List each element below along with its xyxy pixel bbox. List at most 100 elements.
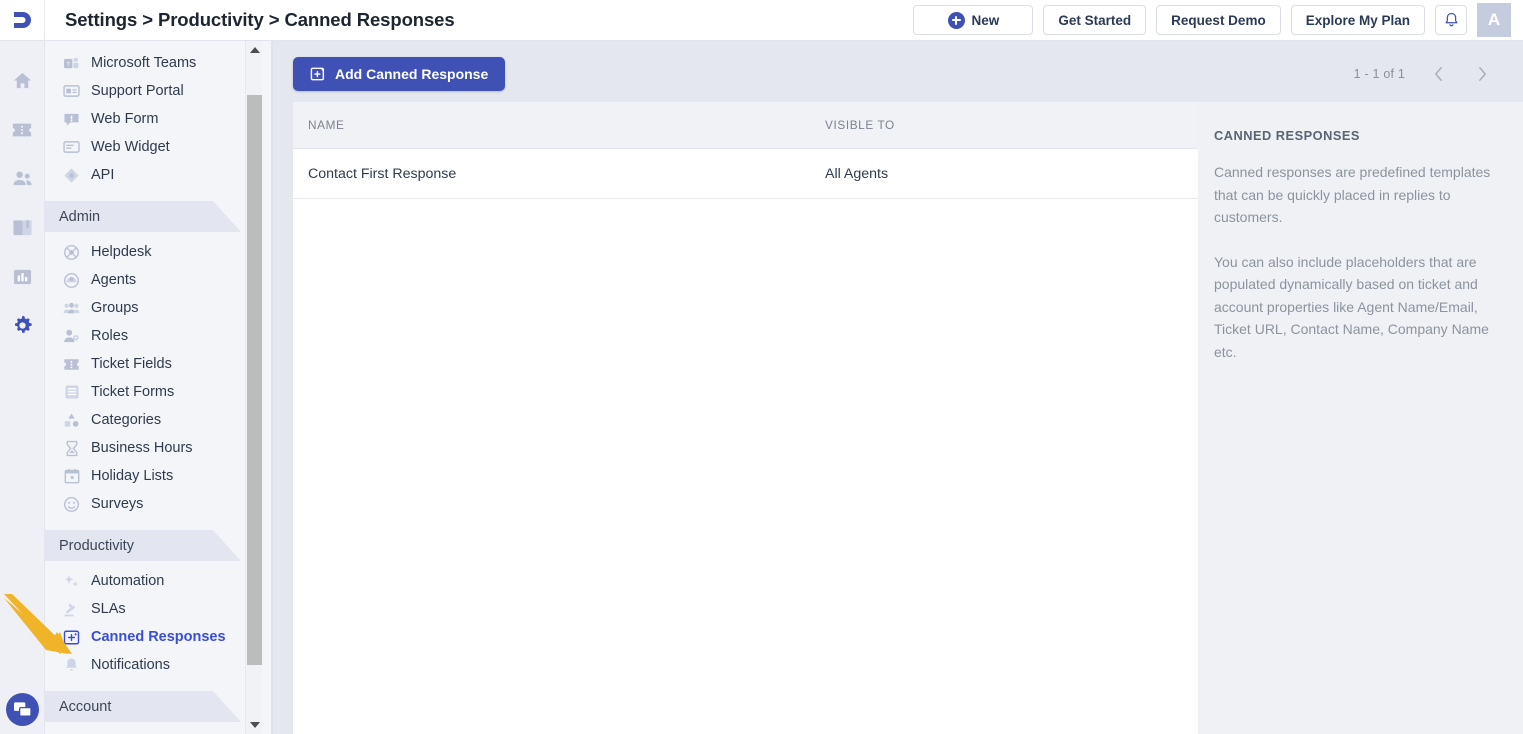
add-canned-response-button[interactable]: Add Canned Response [293, 57, 506, 91]
sidebar-item-holiday-lists[interactable]: Holiday Lists [45, 462, 257, 490]
sidebar-item-label: Holiday Lists [91, 467, 174, 484]
sidebar-item-label: Automation [91, 572, 165, 589]
agent-icon [63, 272, 80, 289]
sparkle-icon [63, 573, 80, 590]
gear-icon [14, 315, 32, 333]
column-header-visible-to: VISIBLE TO [825, 118, 895, 132]
info-panel-paragraph-2: You can also include placeholders that a… [1214, 253, 1489, 360]
page-title: Settings > Productivity > Canned Respons… [65, 9, 455, 30]
pagination-count: 1 - 1 of 1 [1353, 67, 1405, 81]
sidebar-item-label: Canned Responses [91, 628, 226, 645]
ticket-icon [12, 123, 32, 136]
table-header-row: NAME VISIBLE TO [293, 102, 1198, 149]
freshdesk-logo-icon [14, 12, 31, 28]
top-bar: Settings > Productivity > Canned Respons… [0, 0, 1523, 41]
web-form-icon [63, 111, 80, 128]
app-root: Settings > Productivity > Canned Respons… [0, 0, 1523, 734]
get-started-button[interactable]: Get Started [1043, 5, 1147, 35]
sidebar-item-label: Groups [91, 299, 139, 316]
sidebar-item-surveys[interactable]: Surveys [45, 490, 257, 518]
add-canned-response-label: Add Canned Response [335, 66, 489, 82]
pagination-next-button[interactable] [1471, 63, 1493, 85]
sidebar-item-categories[interactable]: Categories [45, 406, 257, 434]
pagination-prev-button[interactable] [1427, 63, 1449, 85]
rail-item-tickets[interactable] [0, 105, 45, 154]
calendar-icon [63, 468, 80, 485]
book-icon [12, 220, 32, 236]
canned-response-icon [310, 67, 325, 81]
rail-item-reports[interactable] [0, 252, 45, 301]
sidebar-item-label: Microsoft Teams [91, 54, 197, 71]
sidebar-item-label: Business Hours [91, 439, 193, 456]
web-widget-icon [63, 139, 80, 156]
teams-icon: T [63, 55, 80, 72]
contacts-icon [12, 171, 32, 186]
sidebar-item-groups[interactable]: Groups [45, 294, 257, 322]
avatar[interactable]: A [1477, 3, 1511, 37]
sidebar-item-label: Support Portal [91, 82, 184, 99]
chevron-left-icon [1434, 67, 1442, 81]
api-icon [63, 167, 80, 184]
sidebar-item-helpdesk[interactable]: Helpdesk [45, 238, 257, 266]
sidebar-item-label: Web Form [91, 110, 159, 127]
hourglass-icon [63, 440, 80, 457]
request-demo-button[interactable]: Request Demo [1156, 5, 1281, 35]
sidebar-item-label: Ticket Forms [91, 383, 175, 400]
groups-icon [63, 300, 80, 317]
scroll-down-arrow-icon[interactable] [246, 718, 263, 732]
sidebar-section-label: Admin [59, 208, 101, 225]
sidebar-scrollbar[interactable] [245, 41, 262, 734]
app-logo[interactable] [0, 0, 45, 41]
sidebar-item-support-portal[interactable]: Support Portal [45, 77, 257, 105]
notifications-button[interactable] [1435, 5, 1467, 35]
sidebar-item-web-widget[interactable]: Web Widget [45, 133, 257, 161]
sidebar-item-label: Web Widget [91, 138, 170, 155]
sidebar-scrollbar-thumb[interactable] [247, 95, 262, 665]
sidebar-item-api[interactable]: API [45, 161, 257, 189]
sidebar-item-agents[interactable]: Agents [45, 266, 257, 294]
roles-icon [63, 328, 80, 345]
top-bar-actions: New Get Started Request Demo Explore My … [913, 3, 1523, 37]
sidebar-item-label: Notifications [91, 656, 170, 673]
explore-my-plan-button[interactable]: Explore My Plan [1290, 5, 1425, 35]
sidebar-section-admin: Admin [45, 201, 257, 232]
info-panel: CANNED RESPONSES Canned responses are pr… [1198, 102, 1523, 734]
rail-item-home[interactable] [0, 56, 45, 105]
table-row[interactable]: Contact First Response All Agents [293, 149, 1198, 199]
svg-text:T: T [67, 61, 71, 67]
sidebar-item-automation[interactable]: Automation [45, 567, 257, 595]
sidebar-item-business-hours[interactable]: Business Hours [45, 434, 257, 462]
sidebar-item-label: Ticket Fields [91, 355, 172, 372]
sidebar-section-label: Account [59, 698, 112, 715]
sidebar-item-web-form[interactable]: Web Form [45, 105, 257, 133]
column-header-name: NAME [308, 118, 345, 132]
sidebar-item-label: SLAs [91, 600, 126, 617]
scroll-up-arrow-icon[interactable] [246, 43, 263, 57]
sidebar-item-label: API [91, 166, 115, 183]
pagination: 1 - 1 of 1 [1354, 63, 1493, 85]
plus-circle-icon [947, 11, 965, 29]
sidebar-section-label: Productivity [59, 537, 134, 554]
new-button[interactable]: New [913, 5, 1034, 35]
smiley-icon [63, 496, 80, 513]
sidebar-section-account: Account [45, 691, 257, 722]
content-toolbar: Add Canned Response 1 - 1 of 1 [273, 41, 1523, 109]
info-panel-title: CANNED RESPONSES [1214, 128, 1360, 143]
chat-widget-button[interactable] [6, 693, 39, 726]
sidebar-item-ticket-fields[interactable]: Ticket Fields [45, 350, 257, 378]
cell-visible-to: All Agents [825, 165, 889, 182]
sidebar-item-roles[interactable]: Roles [45, 322, 257, 350]
chevron-right-icon [1478, 67, 1486, 81]
sidebar-item-label: Agents [91, 271, 137, 288]
main-content: Add Canned Response 1 - 1 of 1 NAME VISI… [273, 41, 1523, 734]
rail-item-solutions[interactable] [0, 203, 45, 252]
rail-item-admin[interactable] [0, 301, 45, 350]
sidebar-item-ticket-forms[interactable]: Ticket Forms [45, 378, 257, 406]
chat-bubble-icon [14, 702, 32, 717]
sidebar-item-microsoft-teams[interactable]: T Microsoft Teams [45, 49, 257, 77]
rail-item-contacts[interactable] [0, 154, 45, 203]
sidebar-section-productivity: Productivity [45, 530, 257, 561]
bell-icon [1445, 12, 1457, 27]
sidebar-item-label: Roles [91, 327, 129, 344]
sidebar-item-label: Categories [91, 411, 162, 428]
